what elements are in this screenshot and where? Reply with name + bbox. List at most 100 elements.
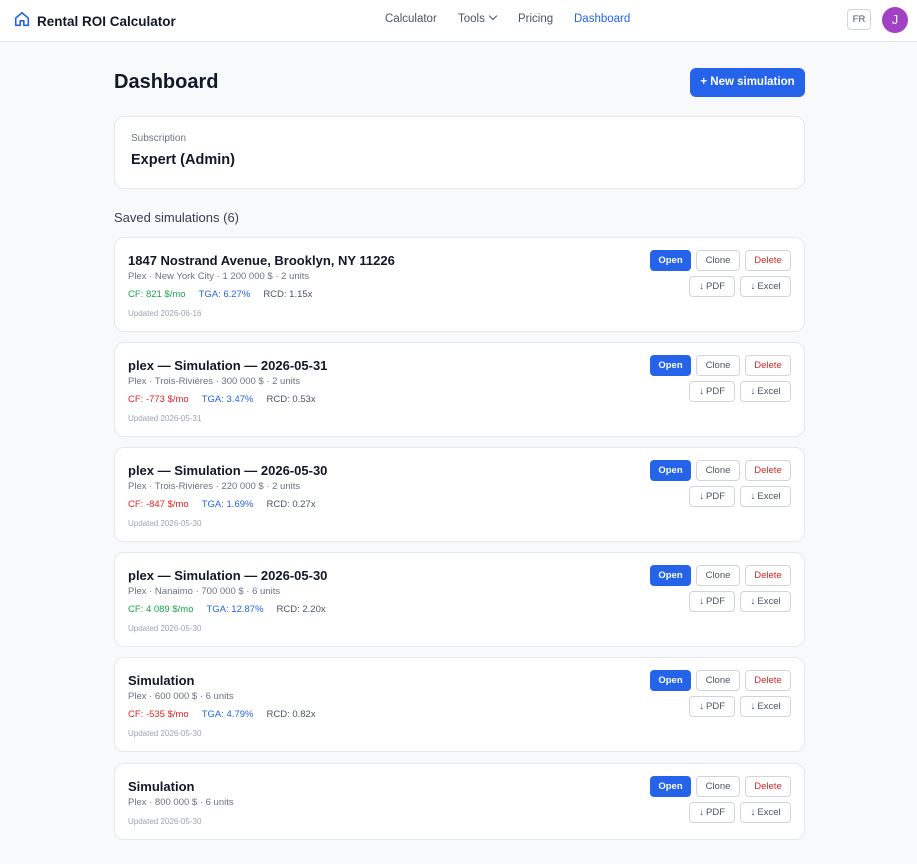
download-arrow-icon: ↓ <box>699 701 704 712</box>
simulation-meta: Plex · Nanaimo · 700 000 $ · 6 units <box>128 586 281 597</box>
simulation-metrics: CF: -535 $/mo TGA: 4.79% RCD: 0.82x <box>128 709 329 720</box>
tga-value: TGA: 4.79% <box>201 709 254 720</box>
cashflow-value: CF: -535 $/mo <box>128 709 189 720</box>
simulation-metrics: CF: 4 089 $/mo TGA: 12.87% RCD: 2.20x <box>128 604 339 615</box>
open-button[interactable]: Open <box>650 355 691 376</box>
download-pdf-button[interactable]: ↓ PDF <box>689 381 735 402</box>
delete-button[interactable]: Delete <box>745 670 791 691</box>
pdf-label: PDF <box>706 491 725 502</box>
delete-button[interactable]: Delete <box>745 250 791 271</box>
excel-label: Excel <box>757 281 781 292</box>
app-name: Rental ROI Calculator <box>37 14 176 29</box>
subscription-card: Subscription Expert (Admin) <box>114 116 805 189</box>
simulation-card: plex — Simulation — 2026-05-31 Plex · Tr… <box>114 342 805 437</box>
download-arrow-icon: ↓ <box>699 491 704 502</box>
download-arrow-icon: ↓ <box>699 596 704 607</box>
pdf-label: PDF <box>706 386 725 397</box>
rcd-value: RCD: 0.82x <box>266 709 316 720</box>
avatar[interactable]: J <box>882 7 908 33</box>
download-pdf-button[interactable]: ↓ PDF <box>689 696 735 717</box>
pdf-label: PDF <box>706 596 725 607</box>
brand-link[interactable]: Rental ROI Calculator <box>13 10 176 33</box>
open-button[interactable]: Open <box>650 776 691 797</box>
simulation-card: Simulation Plex · 800 000 $ · 6 units Up… <box>114 763 805 840</box>
clone-button[interactable]: Clone <box>696 355 740 376</box>
updated-date: Updated 2026-05-30 <box>128 817 202 826</box>
simulation-meta: Plex · New York City · 1 200 000 $ · 2 u… <box>128 271 310 282</box>
simulation-card: 1847 Nostrand Avenue, Brooklyn, NY 11226… <box>114 237 805 332</box>
clone-button[interactable]: Clone <box>696 460 740 481</box>
simulation-metrics: CF: 821 $/mo TGA: 6.27% RCD: 1.15x <box>128 289 325 300</box>
download-pdf-button[interactable]: ↓ PDF <box>689 591 735 612</box>
download-excel-button[interactable]: ↓ Excel <box>740 802 791 823</box>
excel-label: Excel <box>757 491 781 502</box>
nav-calculator[interactable]: Calculator <box>385 13 437 25</box>
simulation-title: Simulation <box>128 779 195 794</box>
updated-date: Updated 2026-05-30 <box>128 729 202 738</box>
simulation-card: plex — Simulation — 2026-05-30 Plex · Na… <box>114 552 805 647</box>
nav-tools-label: Tools <box>458 13 485 25</box>
open-button[interactable]: Open <box>650 670 691 691</box>
download-pdf-button[interactable]: ↓ PDF <box>689 486 735 507</box>
download-excel-button[interactable]: ↓ Excel <box>740 591 791 612</box>
excel-label: Excel <box>757 386 781 397</box>
download-excel-button[interactable]: ↓ Excel <box>740 381 791 402</box>
rcd-value: RCD: 0.53x <box>266 394 316 405</box>
language-toggle-button[interactable]: FR <box>847 9 871 30</box>
download-arrow-icon: ↓ <box>750 491 756 502</box>
download-arrow-icon: ↓ <box>750 807 756 818</box>
download-excel-button[interactable]: ↓ Excel <box>740 486 791 507</box>
tga-value: TGA: 1.69% <box>201 499 254 510</box>
simulation-meta: Plex · 600 000 $ · 6 units <box>128 691 234 702</box>
tga-value: TGA: 12.87% <box>206 604 264 615</box>
pdf-label: PDF <box>706 807 725 818</box>
subscription-value: Expert (Admin) <box>131 152 235 168</box>
download-arrow-icon: ↓ <box>699 281 704 292</box>
open-button[interactable]: Open <box>650 460 691 481</box>
download-pdf-button[interactable]: ↓ PDF <box>689 276 735 297</box>
clone-button[interactable]: Clone <box>696 250 740 271</box>
download-excel-button[interactable]: ↓ Excel <box>740 276 791 297</box>
simulation-meta: Plex · 800 000 $ · 6 units <box>128 797 234 808</box>
simulation-title: 1847 Nostrand Avenue, Brooklyn, NY 11226 <box>128 253 395 268</box>
download-arrow-icon: ↓ <box>750 701 756 712</box>
tga-value: TGA: 3.47% <box>201 394 254 405</box>
delete-button[interactable]: Delete <box>745 460 791 481</box>
nav-tools[interactable]: Tools <box>458 11 498 25</box>
delete-button[interactable]: Delete <box>745 776 791 797</box>
excel-label: Excel <box>757 701 781 712</box>
nav-pricing[interactable]: Pricing <box>518 13 553 25</box>
updated-date: Updated 2026-05-31 <box>128 414 202 423</box>
download-excel-button[interactable]: ↓ Excel <box>740 696 791 717</box>
download-arrow-icon: ↓ <box>699 807 704 818</box>
home-icon <box>13 10 31 33</box>
download-arrow-icon: ↓ <box>750 386 756 397</box>
delete-button[interactable]: Delete <box>745 565 791 586</box>
updated-date: Updated 2026-05-30 <box>128 519 202 528</box>
excel-label: Excel <box>757 596 781 607</box>
excel-label: Excel <box>757 807 781 818</box>
nav-dashboard[interactable]: Dashboard <box>574 13 630 25</box>
pdf-label: PDF <box>706 701 725 712</box>
download-arrow-icon: ↓ <box>699 386 704 397</box>
clone-button[interactable]: Clone <box>696 776 740 797</box>
rcd-value: RCD: 2.20x <box>276 604 326 615</box>
delete-button[interactable]: Delete <box>745 355 791 376</box>
simulation-card: plex — Simulation — 2026-05-30 Plex · Tr… <box>114 447 805 542</box>
simulation-meta: Plex · Trois-Rivières · 300 000 $ · 2 un… <box>128 376 301 387</box>
download-arrow-icon: ↓ <box>750 596 756 607</box>
page-title: Dashboard <box>114 71 219 93</box>
tga-value: TGA: 6.27% <box>198 289 251 300</box>
pdf-label: PDF <box>706 281 725 292</box>
clone-button[interactable]: Clone <box>696 565 740 586</box>
new-simulation-button[interactable]: + New simulation <box>690 68 805 97</box>
download-pdf-button[interactable]: ↓ PDF <box>689 802 735 823</box>
clone-button[interactable]: Clone <box>696 670 740 691</box>
open-button[interactable]: Open <box>650 565 691 586</box>
simulation-card: Simulation Plex · 600 000 $ · 6 units CF… <box>114 657 805 752</box>
simulation-title: Simulation <box>128 673 195 688</box>
cashflow-value: CF: 4 089 $/mo <box>128 604 194 615</box>
open-button[interactable]: Open <box>650 250 691 271</box>
subscription-label: Subscription <box>131 133 187 144</box>
rcd-value: RCD: 1.15x <box>263 289 313 300</box>
